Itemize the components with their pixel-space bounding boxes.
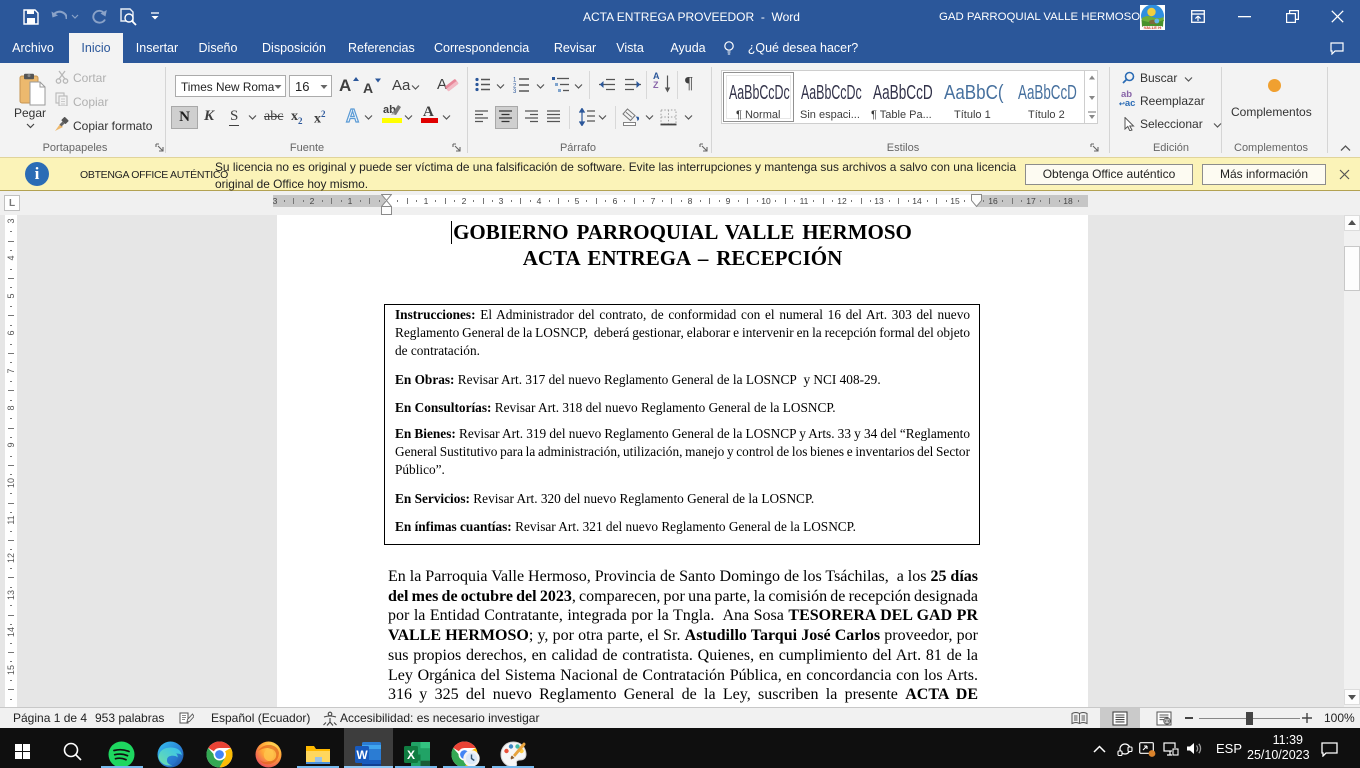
svg-text:W: W [356, 748, 368, 762]
svg-text:VALLE H: VALLE H [1144, 26, 1161, 30]
svg-text:3: 3 [513, 89, 517, 93]
svg-text:X: X [407, 748, 415, 762]
